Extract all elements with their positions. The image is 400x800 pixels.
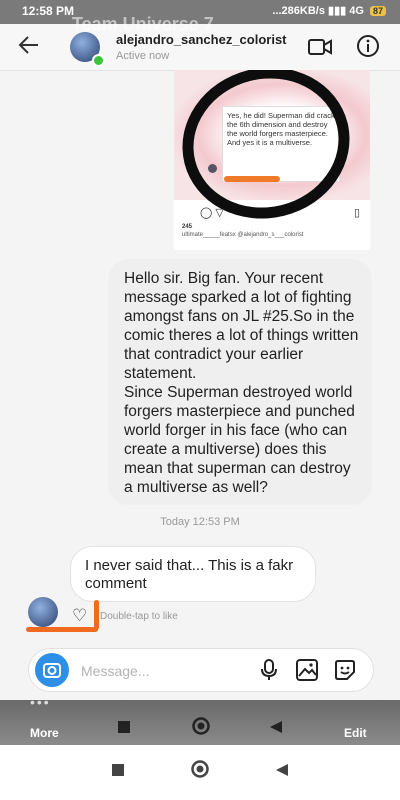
more-dots-icon: ••• <box>30 694 51 710</box>
battery-level: 87 <box>372 6 383 16</box>
sender-avatar[interactable] <box>28 597 58 627</box>
network-speed: ...286KB/s <box>272 5 325 17</box>
gallery-icon[interactable] <box>295 658 319 685</box>
message-bubble-received[interactable]: I never said that... This is a fakr comm… <box>70 546 316 602</box>
orange-tick-annotation <box>94 600 99 630</box>
inner-back-icon <box>270 720 282 738</box>
system-navigation-bar <box>0 745 400 800</box>
online-status-dot <box>92 54 105 67</box>
shared-post[interactable]: Yes, he did! Superman did crack the 6th … <box>174 70 370 250</box>
sticker-icon[interactable] <box>333 658 357 685</box>
share-icon[interactable]: ▽ <box>215 207 223 219</box>
back-icon[interactable] <box>276 764 288 779</box>
recents-icon[interactable] <box>112 764 124 779</box>
home-icon[interactable] <box>191 760 209 781</box>
double-tap-hint: Double-tap to like <box>100 611 178 622</box>
back-arrow-icon[interactable] <box>18 32 40 63</box>
message-bubble-sent[interactable]: Hello sir. Big fan. Your recent message … <box>108 259 372 505</box>
story-overlay-title: Team Universe 7 <box>72 14 214 34</box>
inner-home-icon <box>192 717 210 740</box>
story-more-button[interactable]: More <box>30 726 59 740</box>
orange-underline-annotation <box>26 627 98 632</box>
message-composer <box>28 648 374 692</box>
status-indicators: ...286KB/s ▮▮▮ 4G 87 <box>272 4 386 17</box>
chat-active-status: Active now <box>116 50 170 62</box>
story-edit-button[interactable]: Edit <box>344 726 367 740</box>
network-type: 4G <box>349 5 364 17</box>
message-timestamp: Today 12:53 PM <box>160 516 240 528</box>
status-time: 12:58 PM <box>22 4 75 18</box>
signal-icon: ▮▮▮ <box>328 5 350 17</box>
battery-icon: 87 <box>369 6 386 16</box>
message-input[interactable] <box>79 657 243 685</box>
post-actions: ◯ ▽ <box>200 206 224 219</box>
comment-icon[interactable]: ◯ <box>200 207 212 219</box>
instagram-dm-screen: 12:58 PM ...286KB/s ▮▮▮ 4G 87 alejandro_… <box>0 0 400 745</box>
inner-recents-icon <box>118 720 130 738</box>
bookmark-icon[interactable]: ▯ <box>354 206 360 219</box>
heart-icon[interactable]: ♡ <box>72 606 87 626</box>
camera-icon[interactable] <box>35 653 69 687</box>
post-caption: ultimate_____featsx @alejandro_s___color… <box>182 232 304 238</box>
video-call-icon[interactable] <box>308 38 332 59</box>
post-likes: 245 <box>182 224 193 230</box>
info-icon[interactable] <box>356 34 380 61</box>
story-overlay-bar: ••• More Edit <box>0 694 400 745</box>
microphone-icon[interactable] <box>259 658 279 685</box>
